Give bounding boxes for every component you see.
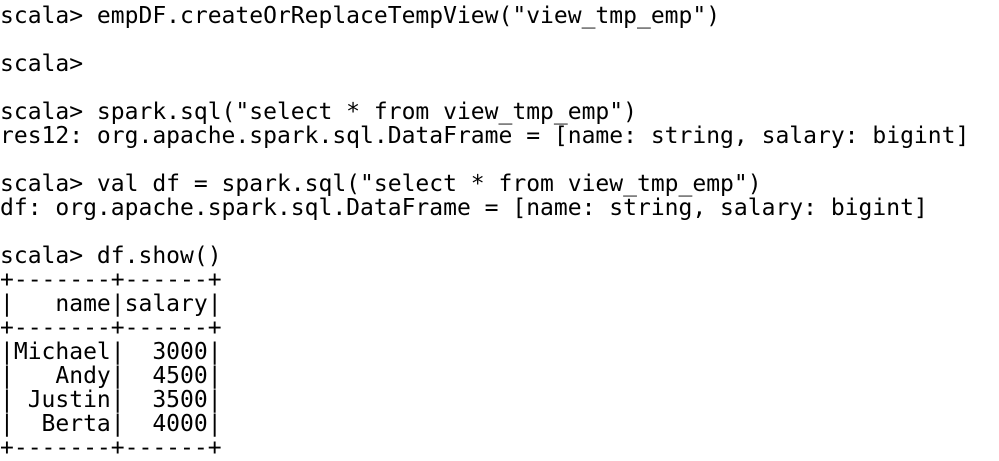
terminal-line-command: scala> spark.sql("select * from view_tmp… xyxy=(0,99,637,125)
terminal-line-result: res12: org.apache.spark.sql.DataFrame = … xyxy=(0,123,970,149)
table-border-line: +-------+------+ xyxy=(0,315,222,341)
table-row: | Andy| 4500| xyxy=(0,363,222,389)
terminal-line-command: scala> val df = spark.sql("select * from… xyxy=(0,171,762,197)
table-row: | Berta| 4000| xyxy=(0,411,222,437)
terminal-line-result: df: org.apache.spark.sql.DataFrame = [na… xyxy=(0,195,928,221)
terminal-line-command: scala> df.show() xyxy=(0,243,222,269)
table-border-line: +-------+------+ xyxy=(0,435,222,461)
table-row: |Michael| 3000| xyxy=(0,339,222,365)
terminal-line-prompt: scala> xyxy=(0,51,84,77)
terminal-output[interactable]: scala> empDF.createOrReplaceTempView("vi… xyxy=(0,0,999,461)
table-row: | Justin| 3500| xyxy=(0,387,222,413)
table-border-line: +-------+------+ xyxy=(0,267,222,293)
terminal-line-command: scala> empDF.createOrReplaceTempView("vi… xyxy=(0,3,721,29)
table-header-row: | name|salary| xyxy=(0,291,222,317)
